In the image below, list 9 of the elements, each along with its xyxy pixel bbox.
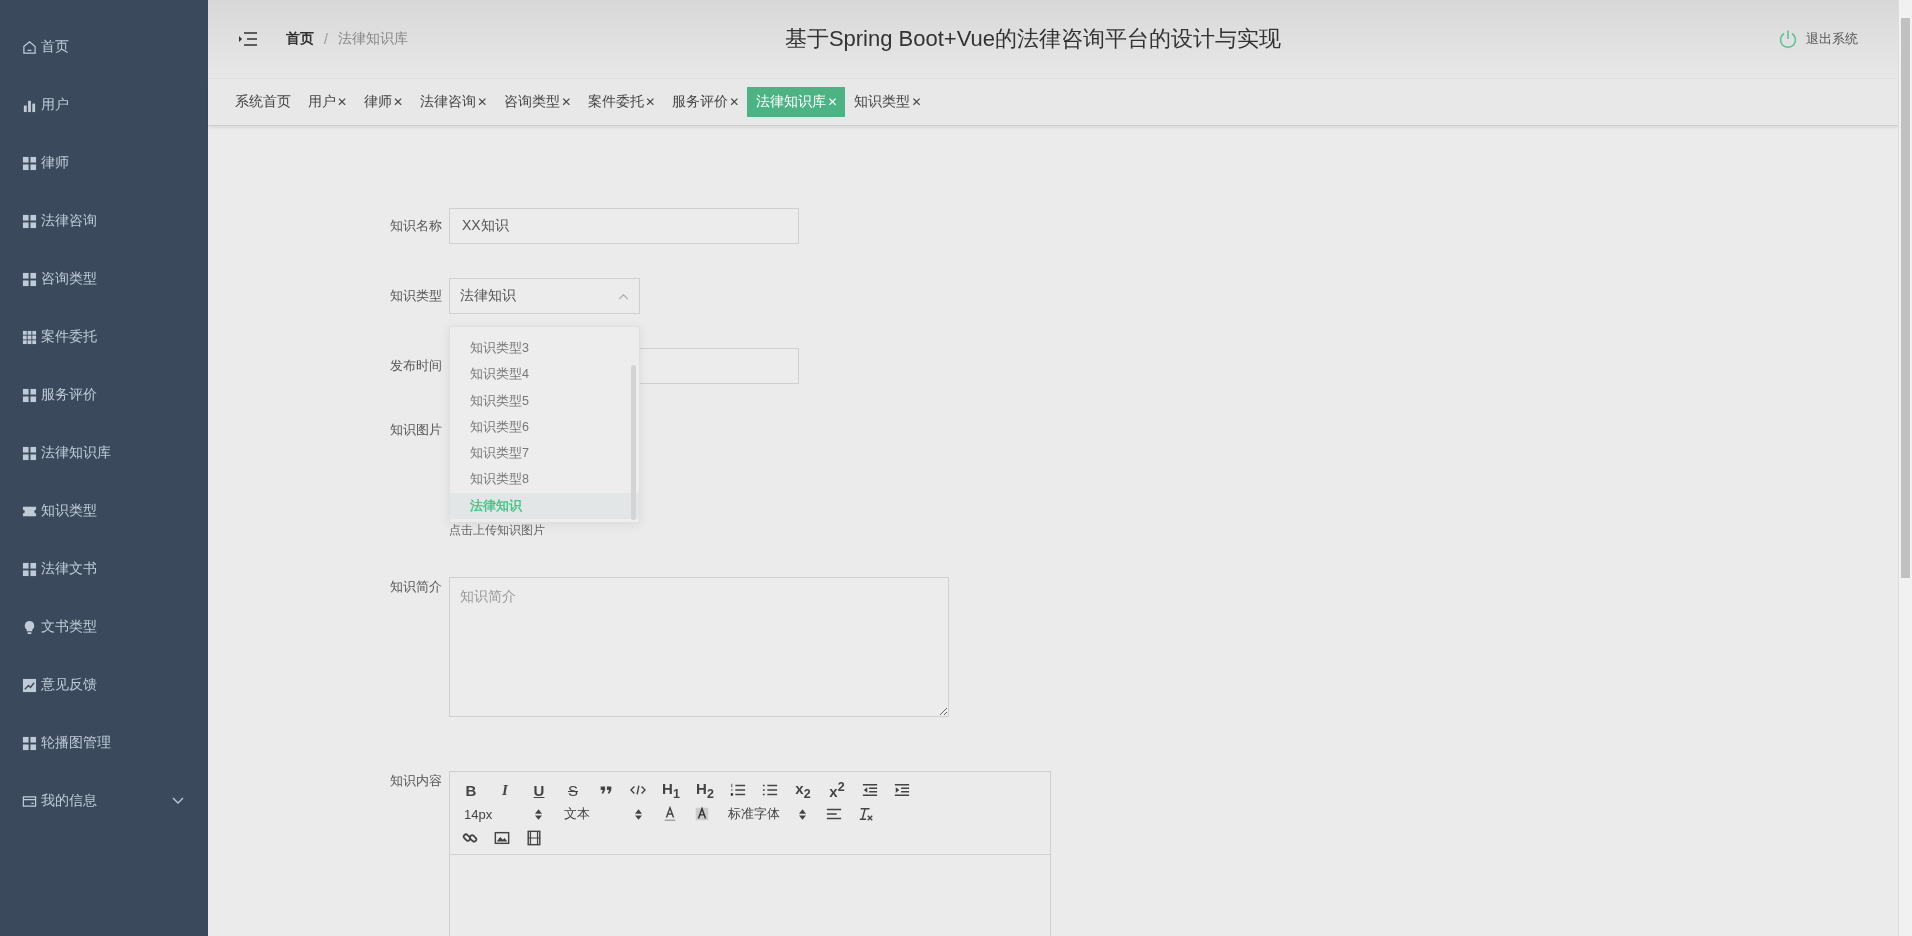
breadcrumb-separator: / — [324, 31, 328, 47]
field-label: 知识简介 — [389, 578, 442, 596]
field-label: 知识名称 — [389, 217, 442, 235]
breadcrumb-item: 法律知识库 — [337, 30, 408, 48]
field-label: 知识类型 — [389, 287, 442, 305]
page-title: 基于Spring Boot+Vue的法律咨询平台的设计与实现 — [783, 25, 1282, 53]
field-label: 发布时间 — [389, 357, 442, 375]
field-label: 知识内容 — [389, 772, 442, 790]
field-label: 知识图片 — [389, 421, 442, 439]
